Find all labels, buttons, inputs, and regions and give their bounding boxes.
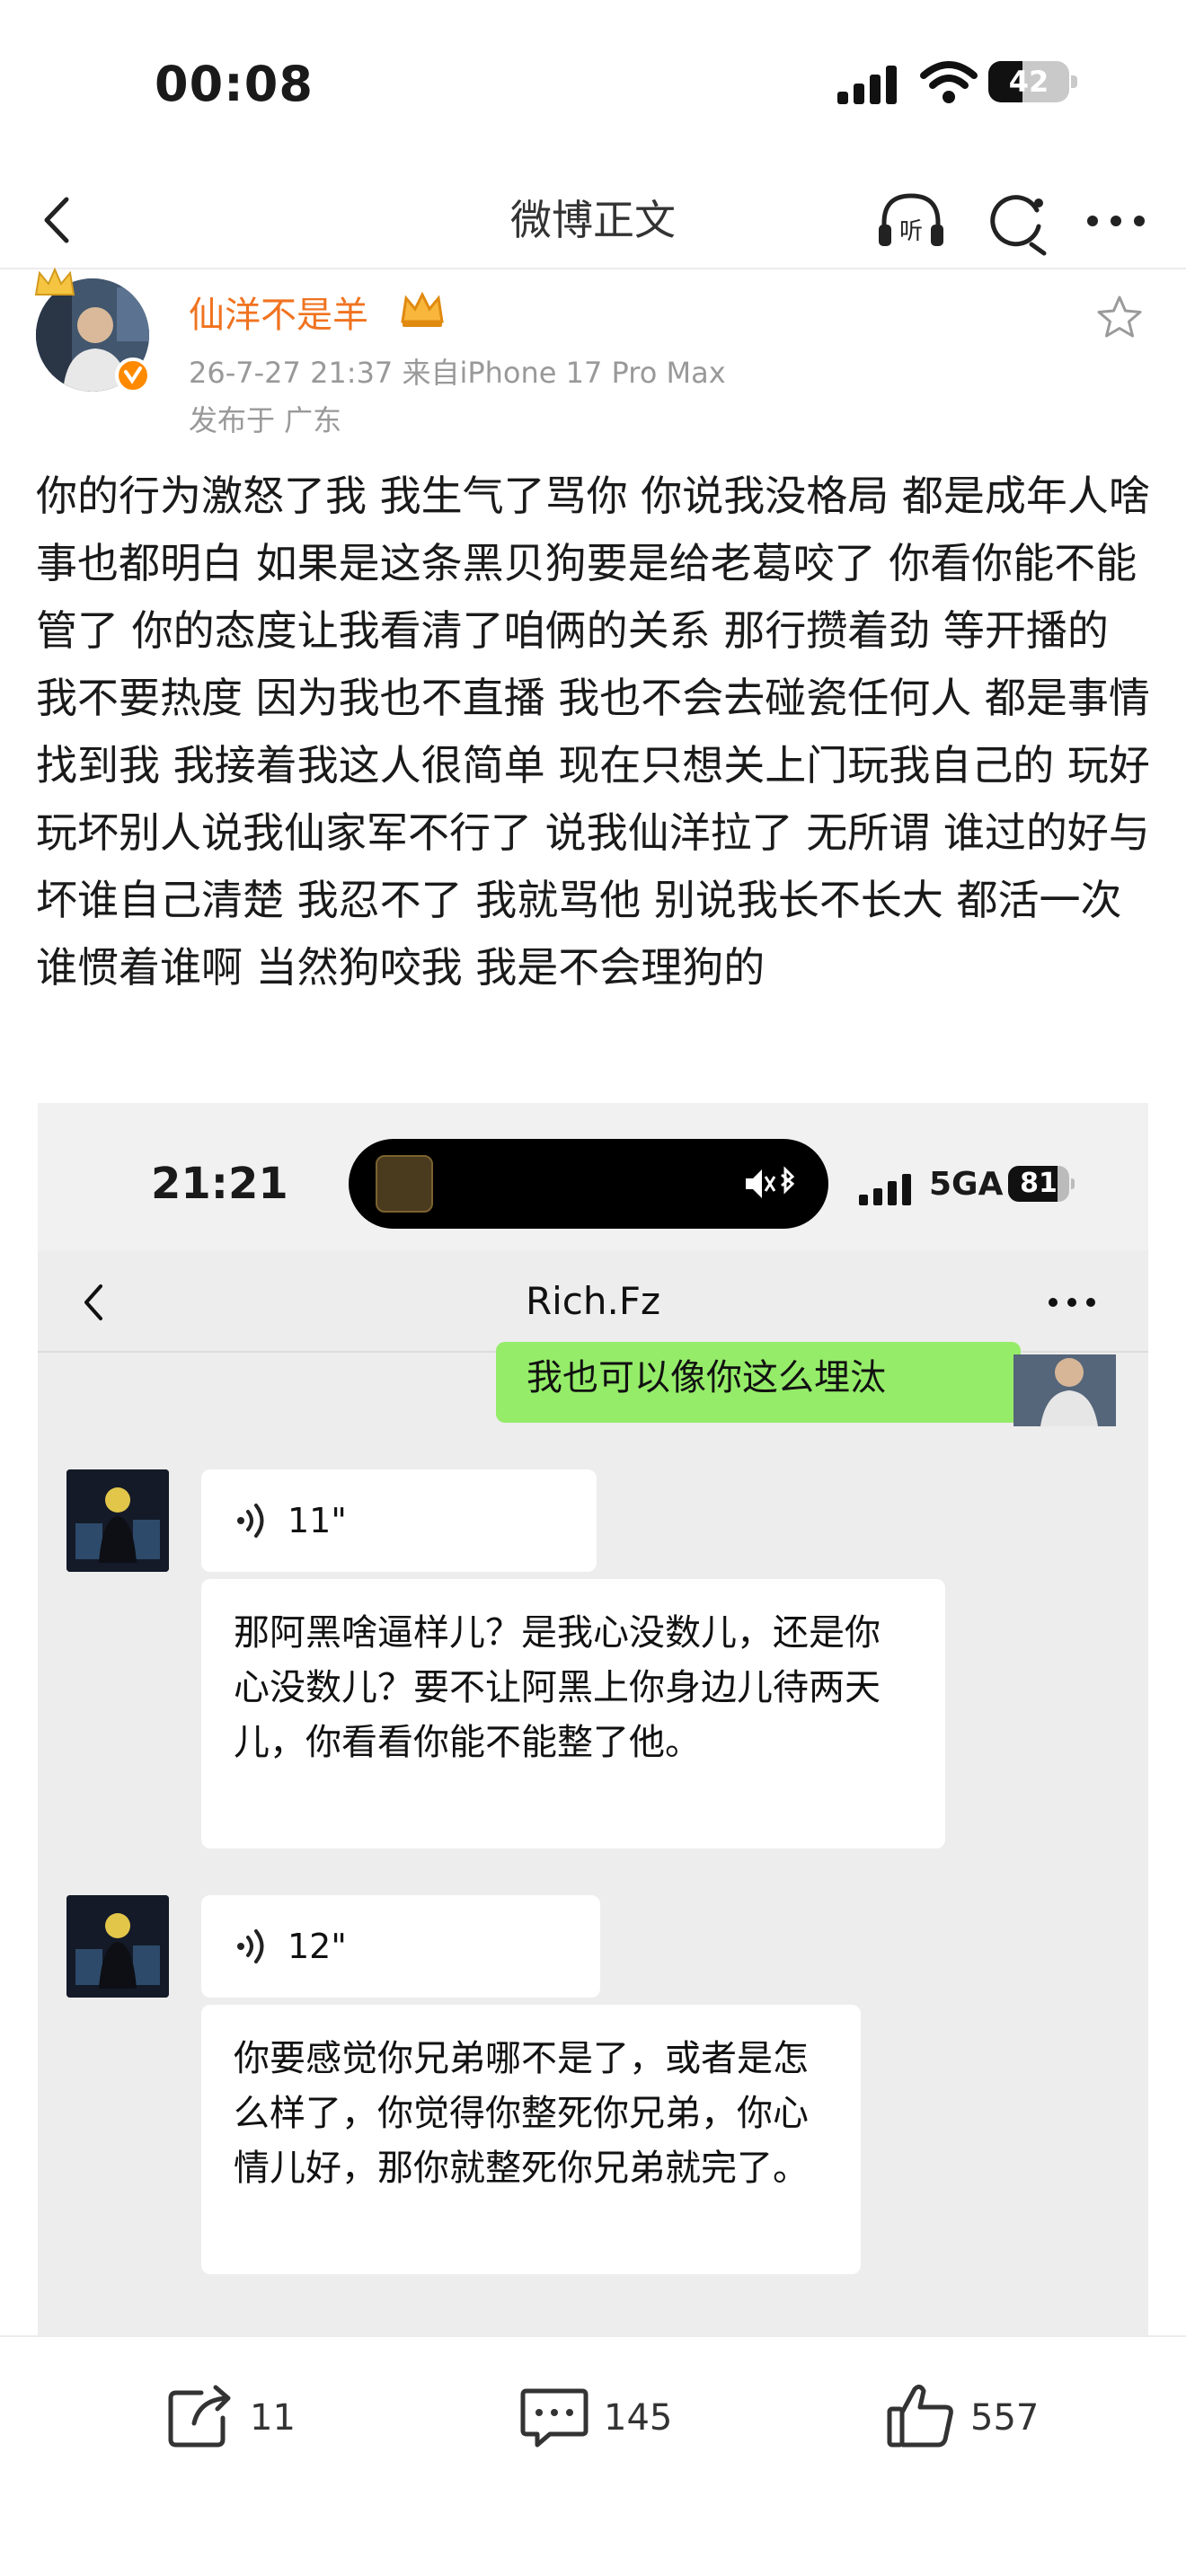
peer-message-bubble: 那阿黑啥逼样儿？是我心没数儿，还是你心没数儿？要不让阿黑上你身边儿待两天儿，你看… xyxy=(201,1579,945,1848)
like-thumb-icon xyxy=(887,2384,953,2448)
voice-duration: 11" xyxy=(288,1501,347,1540)
comment-count: 145 xyxy=(604,2397,673,2439)
post-body-text: 你的行为激怒了我 我生气了骂你 你说我没格局 都是成年人啥事也都明白 如果是这条… xyxy=(36,472,1150,992)
battery-icon: 42 xyxy=(988,61,1078,102)
comment-icon xyxy=(520,2388,589,2448)
peer-message-bubble: 你要感觉你兄弟哪不是了，或者是怎么样了，你觉得你整死你兄弟，你心情儿好，那你就整… xyxy=(201,2005,861,2274)
vip-crown-icon xyxy=(401,291,444,327)
status-time: 00:08 xyxy=(155,56,314,112)
post-action-bar: 11 145 557 xyxy=(0,2335,1186,2576)
post-location: 发布于 广东 xyxy=(189,403,342,437)
svg-text:听: 听 xyxy=(899,218,923,245)
image-signal-icon xyxy=(859,1174,911,1205)
voice-message: 11" xyxy=(201,1469,597,1572)
verified-badge-icon xyxy=(115,357,151,393)
avatar-pendant-icon xyxy=(34,267,75,296)
repost-icon xyxy=(168,2385,231,2448)
image-network-type: 5GA xyxy=(929,1166,1004,1203)
chat-header: Rich.Fz xyxy=(38,1250,1148,1353)
comment-button[interactable]: 145 xyxy=(518,2378,724,2459)
listen-icon[interactable]: 听 xyxy=(873,183,949,259)
chat-title: Rich.Fz xyxy=(525,1279,661,1323)
like-count: 557 xyxy=(970,2397,1040,2439)
refresh-icon[interactable] xyxy=(979,183,1055,259)
post-image[interactable]: 21:21 5GA 81 Rich.Fz 我也可以像你这么埋汰 11" 那阿黑啥… xyxy=(38,1103,1148,2335)
wifi-icon xyxy=(920,61,978,103)
back-icon[interactable] xyxy=(27,189,90,251)
chat-back-icon xyxy=(84,1284,102,1320)
like-button[interactable]: 557 xyxy=(884,2378,1091,2459)
voice-message: 12" xyxy=(201,1895,600,1998)
chat-more-icon xyxy=(1049,1298,1095,1307)
favorite-star-icon[interactable] xyxy=(1094,293,1145,343)
my-avatar xyxy=(1013,1354,1116,1426)
voice-wave-icon xyxy=(237,1929,264,1963)
repost-count: 11 xyxy=(250,2397,296,2439)
peer-avatar xyxy=(66,1469,169,1572)
nav-bar: 微博正文 听 xyxy=(0,171,1186,269)
image-status-time: 21:21 xyxy=(151,1159,288,1209)
cellular-signal-icon xyxy=(837,66,897,104)
my-message-bubble: 我也可以像你这么埋汰 xyxy=(496,1342,1021,1423)
more-icon[interactable] xyxy=(1078,183,1154,259)
battery-level: 42 xyxy=(1008,65,1049,99)
voice-duration: 12" xyxy=(288,1927,347,1966)
mute-bluetooth-icon xyxy=(746,1166,795,1198)
author-name[interactable]: 仙洋不是羊 xyxy=(189,286,368,338)
image-battery-level: 81 xyxy=(1020,1168,1058,1199)
status-bar: 00:08 42 xyxy=(0,0,1186,171)
now-playing-artwork xyxy=(376,1155,433,1213)
image-battery-icon: 81 xyxy=(1008,1166,1075,1202)
peer-avatar xyxy=(66,1895,169,1998)
voice-wave-icon xyxy=(237,1504,264,1538)
repost-button[interactable]: 11 xyxy=(164,2378,343,2459)
image-status-bar: 21:21 5GA 81 xyxy=(38,1103,1148,1250)
post-timestamp-source: 26-7-27 21:37 来自iPhone 17 Pro Max xyxy=(189,356,726,390)
dynamic-island xyxy=(349,1139,828,1229)
